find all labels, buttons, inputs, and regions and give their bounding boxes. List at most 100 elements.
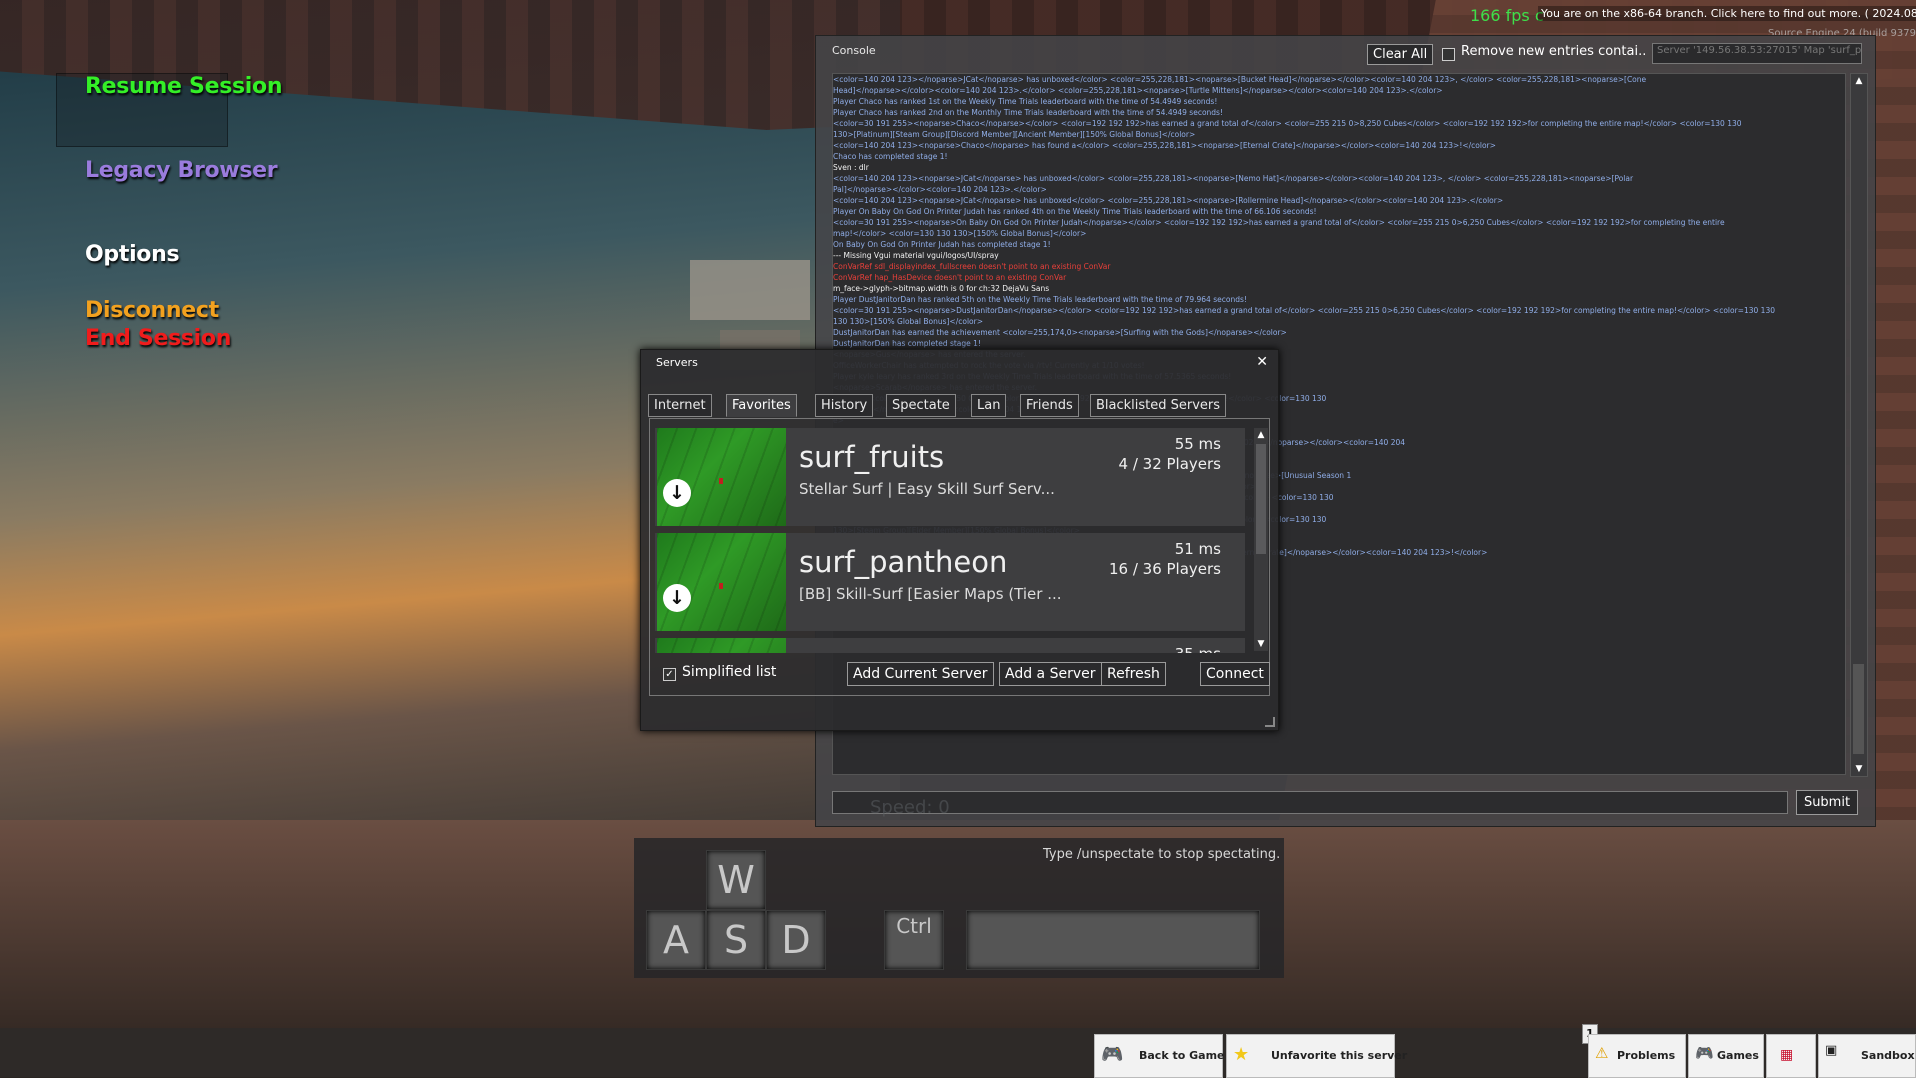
server-list-scrollbar[interactable]: ▲ ▼ [1254, 428, 1268, 651]
tab-history[interactable]: History [815, 394, 874, 417]
servers-title: Servers [656, 356, 698, 369]
menu-disconnect[interactable]: Disconnect [85, 298, 219, 323]
server-row[interactable]: ↓ surf_fruits Stellar Surf | Easy Skill … [655, 428, 1245, 526]
console-line: <color=30 191 255><noparse>On Baby On Go… [833, 218, 1725, 227]
key-ctrl: Ctrl [884, 910, 944, 970]
tab-lan[interactable]: Lan [971, 394, 1007, 417]
scroll-up-icon[interactable]: ▲ [1851, 74, 1867, 88]
back-to-game-label: Back to Game [1139, 1049, 1225, 1062]
scroll-down-icon[interactable]: ▼ [1254, 637, 1268, 651]
scroll-up-icon[interactable]: ▲ [1254, 428, 1268, 442]
console-line: Player DustJanitorDan has ranked 5th on … [833, 295, 1247, 304]
server-row[interactable]: 35 ms [655, 638, 1245, 653]
refresh-button[interactable]: Refresh [1101, 662, 1166, 686]
console-line: map!</color> <color=130 130 130>[150% Gl… [833, 229, 1087, 238]
clear-all-button[interactable]: Clear All [1367, 44, 1434, 65]
stone-block [690, 260, 810, 320]
add-server-button[interactable]: Add a Server [999, 662, 1102, 686]
games-button[interactable]: 🎮 Games [1688, 1034, 1764, 1078]
console-line: <color=30 191 255><noparse>DustJanitorDa… [833, 306, 1775, 315]
console-line: <color=140 204 123></noparse>JCat</nopar… [833, 75, 1647, 84]
map-thumbnail [657, 428, 786, 526]
console-line: <color=140 204 123><noparse>JCat</nopars… [833, 196, 1504, 205]
server-ping: 35 ms [1175, 645, 1221, 653]
console-line: <color=30 191 255><noparse>Chaco</nopars… [833, 119, 1742, 128]
download-icon: ↓ [663, 479, 691, 507]
flag-icon: ▦ [1780, 1047, 1794, 1063]
speed-readout: Speed: 0 [870, 797, 950, 818]
download-icon: ↓ [663, 584, 691, 612]
console-line: --- Missing Vgui material vgui/logos/UI/… [833, 251, 999, 260]
warning-icon: ⚠ [1595, 1044, 1609, 1062]
console-line: DustJanitorDan has earned the achievemen… [833, 328, 1287, 337]
console-line: Player Chaco has ranked 1st on the Weekl… [833, 97, 1218, 106]
server-map-name: surf_pantheon [799, 545, 1008, 579]
menu-options[interactable]: Options [85, 242, 180, 267]
server-list: ↓ surf_fruits Stellar Surf | Easy Skill … [655, 428, 1245, 653]
games-label: Games [1717, 1049, 1759, 1062]
spectate-message: Type /unspectate to stop spectating. [1043, 847, 1281, 862]
menu-resume-session[interactable]: Resume Session [85, 74, 283, 99]
key-d: D [766, 910, 826, 970]
sandbox-button[interactable]: ▣ Sandbox [1818, 1034, 1916, 1078]
server-ping: 51 ms [1174, 540, 1221, 558]
console-line: Player Chaco has ranked 2nd on the Month… [833, 108, 1223, 117]
tab-spectate[interactable]: Spectate [886, 394, 956, 417]
server-players: 4 / 32 Players [1118, 455, 1221, 473]
server-map-name: surf_fruits [799, 440, 945, 474]
back-to-game-button[interactable]: 🎮 Back to Game [1094, 1034, 1225, 1078]
console-line: ConVarRef hap_HasDevice doesn't point to… [833, 273, 1067, 282]
gmod-logo-icon: ▣ [1825, 1043, 1838, 1058]
gamepad-icon: 🎮 [1695, 1044, 1714, 1062]
filter-input[interactable]: Server '149.56.38.53:27015' Map 'surf_pa… [1652, 43, 1862, 64]
scroll-down-icon[interactable]: ▼ [1851, 762, 1867, 776]
connect-button[interactable]: Connect [1200, 662, 1270, 686]
scroll-thumb[interactable] [1256, 444, 1266, 554]
server-ping: 55 ms [1174, 435, 1221, 453]
server-description: Stellar Surf | Easy Skill Surf Serv... [799, 480, 1055, 498]
fps-counter: 166 fps c [1470, 6, 1544, 25]
server-players: 16 / 36 Players [1108, 560, 1221, 578]
server-row[interactable]: ↓ surf_pantheon [BB] Skill-Surf [Easier … [655, 533, 1245, 631]
menu-end-session[interactable]: End Session [85, 326, 231, 351]
tab-friends[interactable]: Friends [1020, 394, 1079, 417]
unfavorite-label: Unfavorite this server [1271, 1049, 1408, 1062]
console-line: 130 130>[150% Global Bonus]</color> [833, 317, 983, 326]
key-w: W [706, 850, 766, 910]
console-line: DustJanitorDan has completed stage 1! [833, 339, 981, 348]
scroll-thumb[interactable] [1853, 664, 1864, 754]
simplified-list-checkbox[interactable]: ✓ [663, 668, 676, 681]
add-current-server-button[interactable]: Add Current Server [847, 662, 994, 686]
tab-favorites[interactable]: Favorites [726, 394, 797, 417]
console-scrollbar[interactable]: ▲ ▼ [1850, 73, 1868, 777]
key-a: A [646, 910, 706, 970]
remove-entries-label: Remove new entries contai.. [1461, 44, 1647, 59]
console-line: <color=140 204 123><noparse>JCat</nopars… [833, 174, 1634, 183]
menu-legacy-browser[interactable]: Legacy Browser [85, 158, 278, 183]
tab-blacklisted-servers[interactable]: Blacklisted Servers [1090, 394, 1227, 417]
console-line: On Baby On God On Printer Judah has comp… [833, 240, 1051, 249]
console-line: <color=140 204 123><noparse>Chaco</nopar… [833, 141, 1496, 150]
language-button[interactable]: ▦ [1766, 1034, 1816, 1078]
problems-button[interactable]: ⚠ Problems [1588, 1034, 1686, 1078]
console-line: Head]</noparse></color><color=140 204 12… [833, 86, 1443, 95]
unfavorite-server-button[interactable]: ★ Unfavorite this server [1226, 1034, 1407, 1078]
key-space [966, 910, 1260, 970]
simplified-list-label: Simplified list [682, 664, 777, 680]
console-command-input[interactable] [832, 791, 1788, 814]
tab-internet[interactable]: Internet [648, 394, 712, 417]
remove-entries-checkbox[interactable] [1442, 48, 1455, 61]
problems-label: Problems [1617, 1049, 1676, 1062]
console-title: Console [832, 44, 876, 57]
gamepad-icon: 🎮 [1101, 1044, 1124, 1065]
map-thumbnail [657, 533, 786, 631]
resize-handle[interactable] [1265, 717, 1275, 727]
submit-button[interactable]: Submit [1796, 790, 1858, 815]
console-line: 130>[Platinum][Steam Group][Discord Memb… [833, 130, 1196, 139]
servers-dialog: Servers ✕ Internet Favorites History Spe… [640, 349, 1279, 731]
branch-notice-link[interactable]: You are on the x86-64 branch. Click here… [1538, 6, 1916, 21]
console-line: Sven : dlr [833, 163, 869, 172]
map-thumbnail [657, 638, 786, 653]
console-line: m_face->glyph->bitmap.width is 0 for ch:… [833, 284, 1050, 293]
close-icon[interactable]: ✕ [1256, 354, 1268, 370]
